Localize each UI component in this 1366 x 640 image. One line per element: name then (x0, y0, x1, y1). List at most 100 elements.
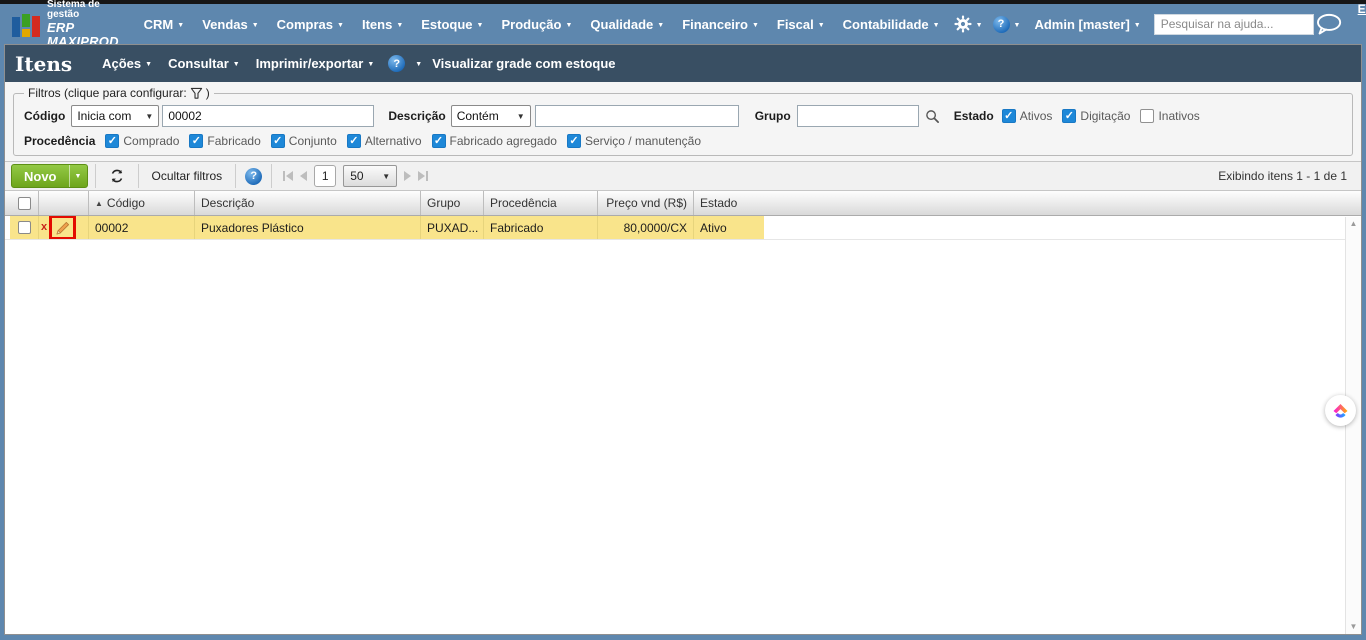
current-page-indicator[interactable]: 1 (314, 165, 337, 187)
visualizar-grade-link[interactable]: Visualizar grade com estoque (432, 56, 615, 71)
checkbox-icon[interactable] (105, 134, 120, 148)
refresh-icon (111, 169, 122, 183)
procedencia-checkbox-alternativo[interactable]: Alternativo (346, 134, 422, 148)
procedencia-checkbox-conjunto[interactable]: Conjunto (270, 134, 337, 148)
checkbox-icon[interactable] (270, 134, 285, 148)
menu-estoque[interactable]: Estoque ▼ (412, 4, 492, 44)
refresh-button[interactable] (103, 164, 131, 188)
checkbox-icon[interactable] (346, 134, 361, 148)
codigo-input[interactable] (162, 105, 375, 127)
last-page-button[interactable] (418, 171, 429, 181)
previous-page-triangle (300, 171, 308, 181)
checkbox-icon[interactable] (189, 134, 204, 148)
grupo-input[interactable] (796, 105, 919, 127)
procedencia-checkbox-comprado[interactable]: Comprado (105, 134, 179, 148)
header-preco[interactable]: Preço vnd (R$) (598, 191, 694, 215)
menu-label: Vendas (202, 16, 248, 32)
chat-bubble-icon[interactable] (1314, 10, 1343, 38)
checkbox-icon[interactable] (1140, 109, 1155, 123)
next-page-button[interactable] (404, 171, 412, 181)
row-select-cell (10, 216, 39, 239)
chevron-down-icon: ▼ (382, 172, 391, 181)
menu-financeiro[interactable]: Financeiro ▼ (673, 4, 768, 44)
novo-button-label: Novo (24, 168, 57, 184)
chevron-down-icon: ▼ (251, 21, 259, 29)
chevron-down-icon: ▼ (145, 61, 153, 68)
checkbox-icon[interactable] (1062, 109, 1077, 123)
admin-menu[interactable]: Admin [master] ▼ (1025, 4, 1149, 44)
menu-producao[interactable]: Produção ▼ (492, 4, 581, 44)
estado-checkbox-inativos[interactable]: Inativos (1140, 109, 1200, 123)
header-grupo[interactable]: Grupo (421, 191, 484, 215)
menu-consultar[interactable]: Consultar ▼ (160, 56, 248, 71)
company-link[interactable]: Empresa B (1356, 2, 1366, 17)
scroll-down-icon[interactable]: ▼ (1350, 623, 1358, 631)
header-descricao[interactable]: Descrição (195, 191, 421, 215)
first-page-triangle (286, 171, 294, 181)
procedencia-checkbox-servico-manutencao[interactable]: Serviço / manutenção (566, 134, 701, 148)
first-page-button[interactable] (283, 171, 294, 181)
menu-qualidade[interactable]: Qualidade ▼ (581, 4, 673, 44)
delete-row-icon[interactable]: x (41, 222, 47, 233)
checkbox-label: Ativos (1019, 109, 1053, 123)
top-navigation-bar: Sistema de gestão ERP MAXIPROD CRM ▼ Vend… (0, 0, 1366, 48)
procedencia-checkbox-fabricado[interactable]: Fabricado (189, 134, 261, 148)
menu-label: Ações (102, 56, 142, 71)
menu-fiscal[interactable]: Fiscal ▼ (768, 4, 834, 44)
procedencia-checkbox-fabricado-agregado[interactable]: Fabricado agregado (431, 134, 557, 148)
help-menu[interactable]: ? ▼ (988, 15, 1026, 33)
menu-imprimir-exportar[interactable]: Imprimir/exportar ▼ (248, 56, 383, 71)
filters-zone: Filtros (clique para configurar: ) Códig… (5, 82, 1361, 161)
menu-crm[interactable]: CRM ▼ (135, 4, 194, 44)
menu-acoes[interactable]: Ações ▼ (94, 56, 160, 71)
help-icon: ? (992, 15, 1010, 33)
menu-vendas[interactable]: Vendas ▼ (193, 4, 267, 44)
brand-logo-block[interactable]: Sistema de gestão ERP MAXIPROD (12, 0, 119, 48)
chevron-down-icon: ▼ (932, 21, 940, 29)
descricao-input[interactable] (534, 105, 739, 127)
actions-header-cell (39, 191, 89, 215)
header-codigo[interactable]: ▲ Código (89, 191, 195, 215)
chevron-down-icon[interactable]: ▼ (415, 61, 422, 68)
chevron-down-icon: ▼ (337, 21, 344, 29)
ocultar-filtros-button[interactable]: Ocultar filtros (146, 164, 229, 188)
descricao-operator-select[interactable]: Contém ▼ (450, 105, 531, 127)
settings-menu[interactable]: ▼ (949, 15, 988, 33)
clickup-logo-icon (1333, 403, 1348, 418)
table-row[interactable]: x 00002 Puxadores Plástico PUXAD... Fabr… (5, 216, 1361, 240)
filters-legend[interactable]: Filtros (clique para configurar: ) (24, 86, 214, 100)
scroll-up-icon[interactable]: ▲ (1350, 220, 1358, 228)
user-menu[interactable]: MXP Samuel ▼ (1356, 17, 1366, 47)
menu-contabilidade[interactable]: Contabilidade ▼ (834, 4, 949, 44)
grid-help-icon[interactable]: ? (245, 167, 263, 185)
checkbox-icon[interactable] (566, 134, 581, 148)
account-block: Empresa B MXP Samuel ▼ (1356, 2, 1366, 47)
clickup-widget-button[interactable] (1325, 394, 1356, 426)
header-procedencia[interactable]: Procedência (484, 191, 598, 215)
page-size-select[interactable]: 50 ▼ (343, 165, 398, 187)
codigo-operator-select[interactable]: Inicia com ▼ (71, 105, 160, 127)
descricao-label: Descrição (388, 109, 446, 123)
estado-label: Estado (953, 109, 994, 123)
help-search-input[interactable] (1153, 13, 1314, 35)
menu-compras[interactable]: Compras ▼ (268, 4, 353, 44)
select-all-checkbox[interactable] (17, 196, 31, 210)
grupo-search-icon[interactable] (925, 109, 940, 124)
estado-checkbox-digitacao[interactable]: Digitação (1062, 109, 1130, 123)
edit-pencil-icon[interactable] (55, 220, 71, 236)
chevron-down-icon[interactable]: ▼ (68, 165, 87, 187)
header-estado[interactable]: Estado (694, 191, 1361, 215)
previous-page-button[interactable] (300, 171, 308, 181)
row-checkbox[interactable] (17, 221, 31, 234)
checkbox-icon[interactable] (1001, 109, 1016, 123)
novo-button[interactable]: Novo ▼ (11, 164, 88, 188)
page-help-icon[interactable]: ? (388, 55, 406, 72)
menu-label: Imprimir/exportar (255, 56, 364, 71)
checkbox-icon[interactable] (431, 134, 446, 148)
menu-label: Consultar (168, 56, 229, 71)
vertical-scrollbar[interactable]: ▲ ▼ (1345, 217, 1361, 634)
menu-itens[interactable]: Itens ▼ (353, 4, 412, 44)
filters-legend-text: Filtros (clique para configurar: (28, 86, 187, 100)
estado-checkbox-ativos[interactable]: Ativos (1001, 109, 1053, 123)
chevron-down-icon: ▼ (476, 21, 484, 29)
